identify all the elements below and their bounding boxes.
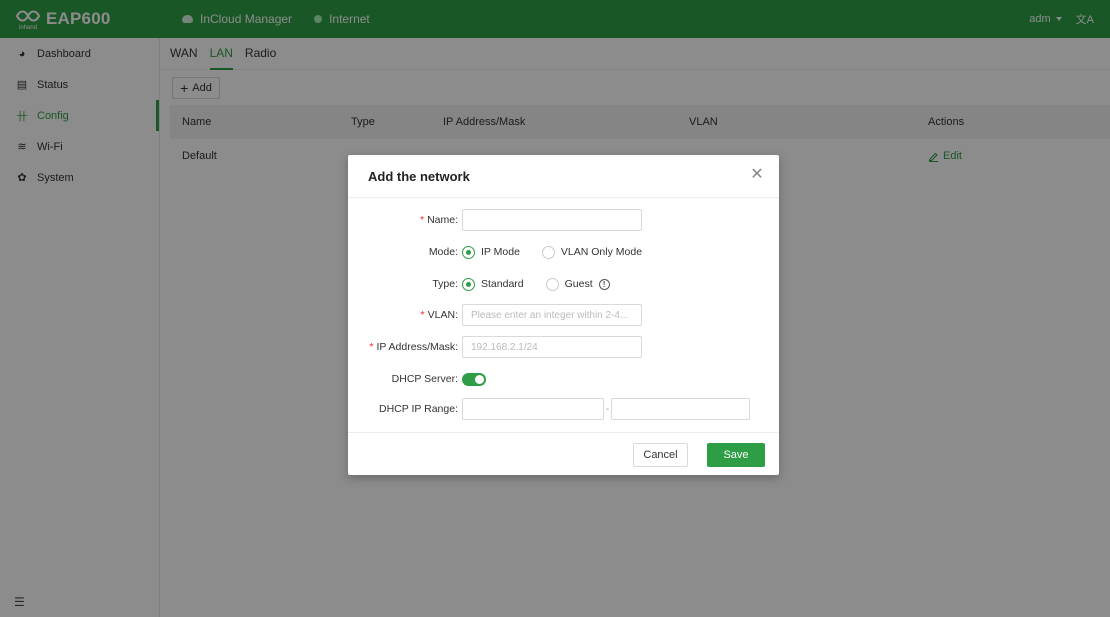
vlan-row: * VLAN: Please enter an integer within 2-…: [348, 304, 779, 326]
name-input[interactable]: [462, 209, 642, 231]
dhcp-range-end-input[interactable]: [611, 398, 750, 420]
radio-ip-mode[interactable]: [462, 245, 475, 259]
required-mark: *: [420, 309, 425, 321]
info-icon[interactable]: !: [598, 278, 610, 290]
ip-address-input[interactable]: 192.168.2.1/24: [462, 336, 642, 358]
type-row: Type: Standard Guest !: [348, 273, 779, 295]
name-row: * Name:: [348, 209, 779, 231]
required-mark: *: [369, 341, 374, 353]
radio-standard[interactable]: [462, 277, 475, 291]
dhcp-range-row: DHCP IP Range: -: [348, 398, 779, 420]
dhcp-server-label: DHCP Server:: [391, 373, 458, 385]
dhcp-range-start-input[interactable]: [462, 398, 604, 420]
mode-row: Mode: IP Mode VLAN Only Mode: [348, 241, 779, 263]
dialog-header: Add the network: [348, 155, 779, 198]
radio-vlan-only-mode[interactable]: [541, 245, 555, 259]
dhcp-range-label: DHCP IP Range:: [379, 403, 458, 415]
ip-label: * IP Address/Mask:: [369, 341, 458, 353]
radio-vlan-only-mode-label: VLAN Only Mode: [560, 246, 643, 258]
add-network-dialog: Add the network ✕ * Name: Mode: IP Mode V…: [348, 155, 779, 475]
dialog-footer: Cancel Save: [348, 432, 779, 475]
radio-standard-label: Standard: [481, 278, 524, 290]
close-icon[interactable]: ✕: [749, 167, 765, 183]
radio-guest-label: Guest: [564, 278, 593, 290]
required-mark: *: [419, 214, 425, 226]
vlan-input[interactable]: Please enter an integer within 2-4...: [462, 304, 642, 326]
type-radio-group: Standard Guest !: [462, 277, 610, 291]
range-separator: -: [605, 403, 610, 415]
ip-row: * IP Address/Mask: 192.168.2.1/24: [348, 336, 779, 358]
name-label: * Name:: [419, 214, 458, 226]
dhcp-server-toggle[interactable]: [462, 372, 486, 386]
vlan-label: * VLAN:: [420, 309, 458, 321]
mode-label: Mode:: [428, 246, 458, 258]
save-button[interactable]: Save: [707, 443, 765, 467]
radio-guest[interactable]: [545, 277, 559, 291]
dhcp-server-row: DHCP Server:: [348, 368, 779, 390]
cancel-button[interactable]: Cancel: [633, 443, 688, 467]
dialog-title: Add the network: [368, 168, 470, 184]
type-label: Type:: [432, 278, 458, 290]
mode-radio-group: IP Mode VLAN Only Mode: [462, 245, 643, 259]
radio-ip-mode-label: IP Mode: [481, 246, 520, 258]
